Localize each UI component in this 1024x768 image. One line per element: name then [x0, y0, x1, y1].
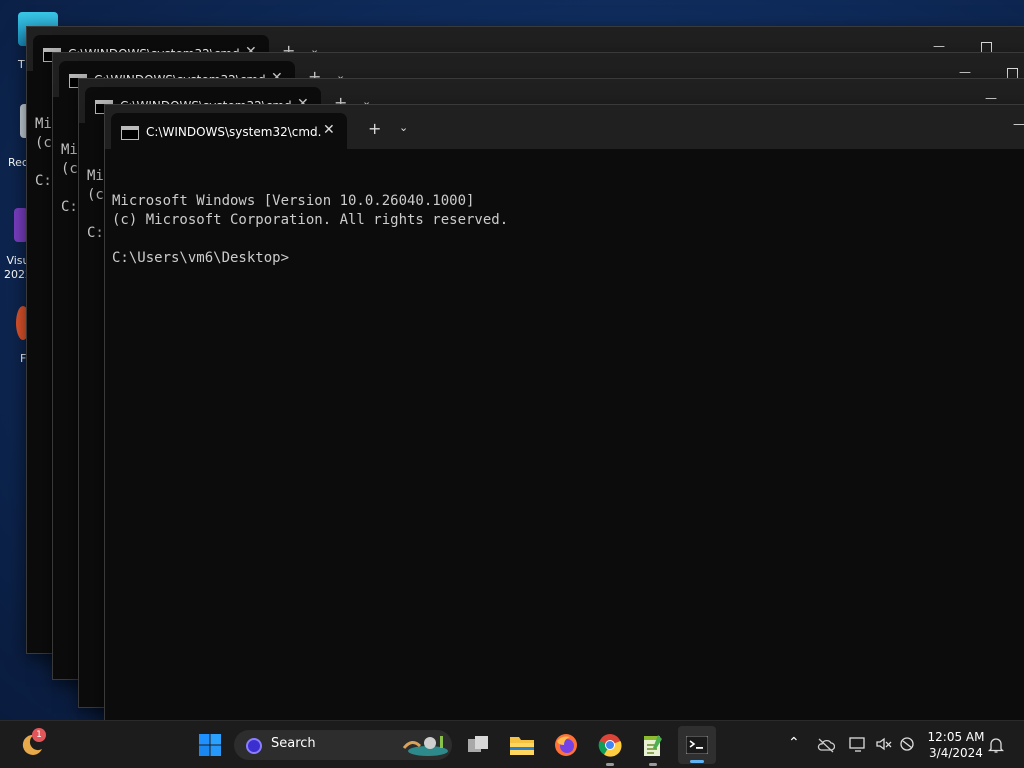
close-tab-icon[interactable]: ✕ [323, 122, 335, 138]
chevron-down-icon[interactable]: ⌄ [399, 121, 408, 134]
chrome-button[interactable] [594, 729, 626, 766]
terminal-icon [686, 736, 708, 754]
terminal-button[interactable] [678, 726, 716, 764]
clock[interactable]: 12:05 AM 3/4/2024 [926, 729, 986, 761]
task-view-icon [468, 736, 488, 752]
search-icon [246, 738, 262, 754]
taskbar: 1 Search ⌃ 12:05 AM 3/4/2024 [0, 720, 1024, 768]
notification-bell-icon[interactable] [988, 736, 1004, 754]
minimize-button[interactable]: — [959, 65, 971, 79]
title-bar[interactable]: C:\WINDOWS\system32\cmd. ✕ + ⌄ — [105, 105, 1024, 149]
onedrive-offline-icon[interactable] [817, 737, 835, 753]
network-icon[interactable] [849, 736, 867, 752]
battery-saver-icon[interactable] [898, 736, 916, 752]
clock-time: 12:05 AM [927, 730, 985, 744]
folder-icon [510, 737, 534, 755]
widgets-button[interactable]: 1 [16, 728, 48, 761]
search-box[interactable]: Search [234, 730, 452, 760]
show-hidden-icons-button[interactable]: ⌃ [788, 735, 800, 751]
cmd-icon [121, 126, 139, 140]
chrome-icon [598, 734, 622, 757]
desktop-icon-label: T [18, 58, 25, 71]
terminal-tab[interactable]: C:\WINDOWS\system32\cmd. ✕ [111, 113, 347, 149]
volume-muted-icon[interactable] [875, 736, 893, 752]
search-highlight-art-icon [402, 736, 448, 756]
console-prompt[interactable]: C:\Users\vm6\Desktop> [112, 249, 1023, 268]
search-placeholder: Search [271, 736, 316, 751]
running-indicator [649, 763, 657, 766]
notification-badge: 1 [32, 728, 46, 742]
active-indicator [690, 760, 704, 763]
notepad-plus-plus-button[interactable] [637, 729, 669, 766]
minimize-button[interactable]: — [985, 91, 997, 105]
console-line: Microsoft Windows [Version 10.0.26040.10… [112, 193, 475, 209]
file-explorer-button[interactable] [506, 729, 538, 761]
firefox-button[interactable] [550, 729, 582, 761]
minimize-button[interactable]: — [1013, 117, 1024, 131]
console-line: (c) Microsoft Corporation. All rights re… [112, 212, 509, 228]
desktop-icon-label: Rec [8, 156, 28, 169]
running-indicator [606, 763, 614, 766]
cmd-window-active[interactable]: C:\WINDOWS\system32\cmd. ✕ + ⌄ — Microso… [104, 104, 1024, 722]
start-button[interactable] [194, 729, 226, 761]
new-tab-button[interactable]: + [368, 119, 381, 138]
firefox-icon [555, 734, 577, 756]
notepad-plus-plus-icon [644, 735, 662, 756]
windows-logo-icon [199, 734, 221, 756]
task-view-button[interactable] [462, 729, 494, 761]
tab-title: C:\WINDOWS\system32\cmd. [146, 125, 322, 139]
minimize-button[interactable]: — [933, 39, 945, 53]
console-output[interactable]: Microsoft Windows [Version 10.0.26040.10… [112, 154, 1023, 721]
clock-date: 3/4/2024 [929, 746, 983, 760]
